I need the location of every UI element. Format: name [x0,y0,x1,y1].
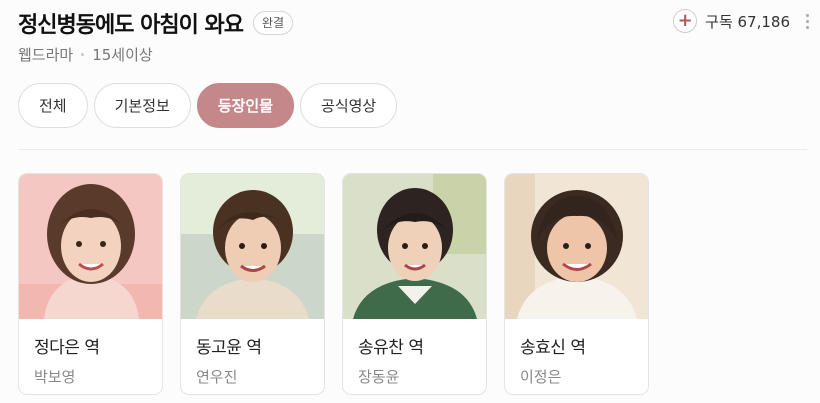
page-title: 정신병동에도 아침이 와요 [18,13,244,38]
tab-all[interactable]: 전체 [18,83,88,128]
role-name: 정다은 역 [34,338,100,358]
cast-photo [19,174,162,319]
cast-photo [505,174,648,319]
cast-photo [181,174,324,319]
divider [18,149,807,150]
role-name: 송유찬 역 [358,338,424,358]
subscribe-count: 구독 67,186 [705,12,790,31]
separator-dot [81,53,85,56]
tab-bar: 전체 기본정보 등장인물 공식영상 [18,83,398,128]
actor-name: 연우진 [196,368,238,386]
actor-name: 이정은 [520,368,562,386]
cast-card[interactable]: 송효신 역 이정은 [504,173,649,395]
more-vertical-icon[interactable] [804,14,810,32]
cast-list: 정다은 역 박보영 동고윤 역 연우진 송유찬 역 장동윤 송효신 역 이정은 [18,173,649,395]
cast-photo [343,174,486,319]
cast-card[interactable]: 동고윤 역 연우진 [180,173,325,395]
age-rating-label: 15세이상 [92,46,153,64]
cast-card[interactable]: 송유찬 역 장동윤 [342,173,487,395]
actor-name: 박보영 [34,368,76,386]
tab-official-video[interactable]: 공식영상 [300,83,398,128]
actor-name: 장동윤 [358,368,400,386]
tab-basic-info[interactable]: 기본정보 [93,83,191,128]
role-name: 동고윤 역 [196,338,262,358]
subscribe-button[interactable]: + 구독 67,186 [673,8,790,34]
genre-label: 웹드라마 [18,46,74,64]
plus-icon: + [673,9,698,33]
tab-cast[interactable]: 등장인물 [196,83,295,128]
status-badge: 완결 [252,11,294,35]
cast-card[interactable]: 정다은 역 박보영 [18,173,163,395]
role-name: 송효신 역 [520,338,586,358]
